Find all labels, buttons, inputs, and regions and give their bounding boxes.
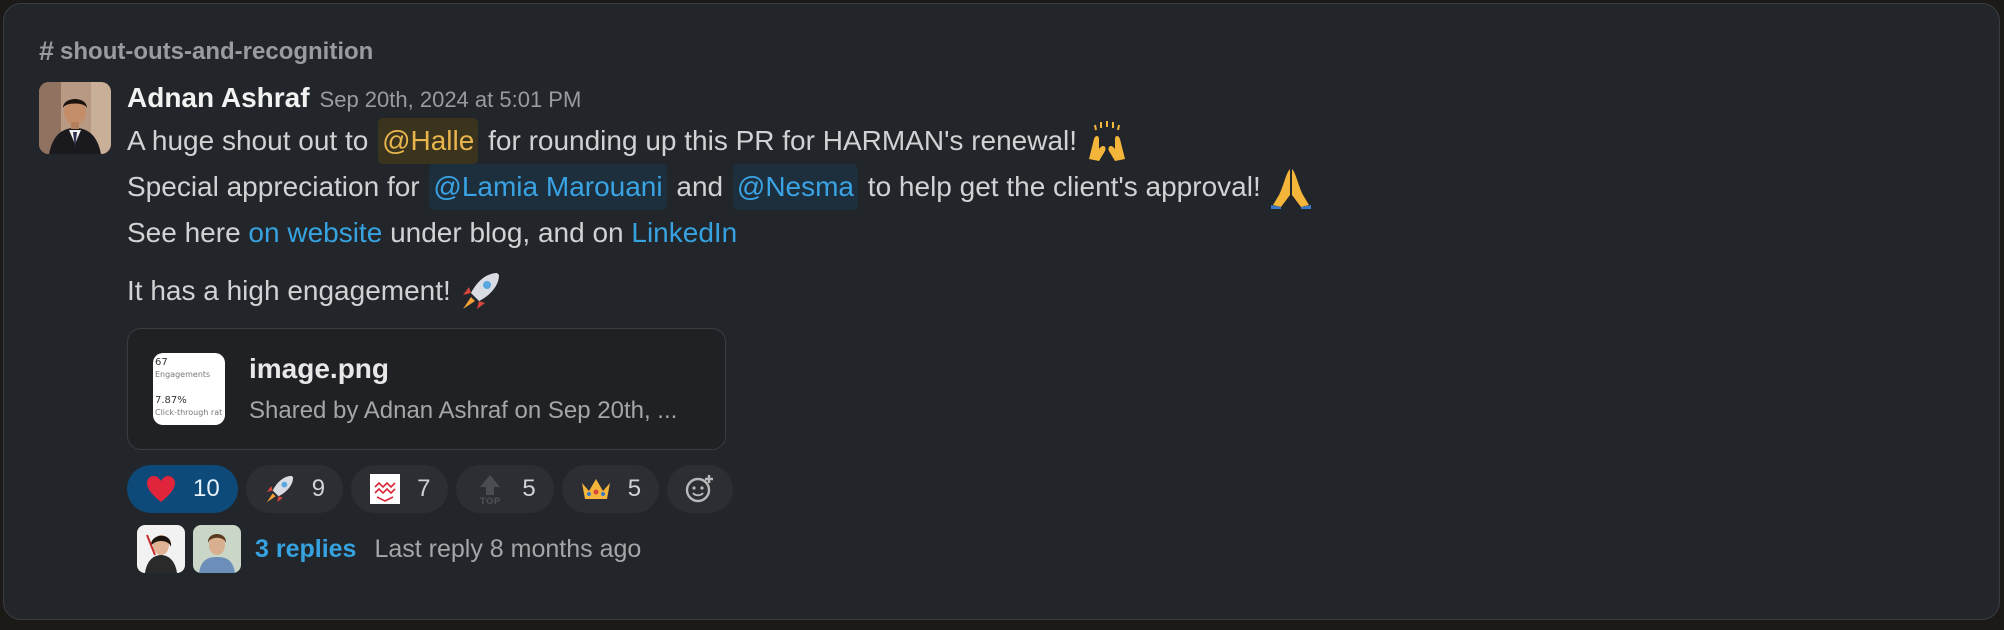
text-segment: to help get the client's approval! (860, 171, 1261, 202)
reaction-count: 5 (522, 475, 536, 502)
author-avatar[interactable] (39, 82, 111, 154)
thumb-text: 7.87% (155, 395, 187, 406)
last-reply-text: Last reply 8 months ago (374, 534, 642, 563)
file-attachment[interactable]: 67 Engagements 7.87% Click-through rat i… (127, 328, 726, 450)
linkedin-link[interactable]: LinkedIn (631, 210, 737, 256)
text-segment: and (668, 171, 731, 202)
message-body: Adnan Ashraf Sep 20th, 2024 at 5:01 PM A… (127, 82, 1959, 573)
reaction-top[interactable]: TOP 5 (456, 465, 554, 513)
reaction-rocket[interactable]: 9 (245, 465, 344, 513)
reaction-count: 10 (193, 475, 220, 502)
reaction-bar: 10 9 7 TOP 5 5 (127, 465, 1959, 513)
file-thumbnail: 67 Engagements 7.87% Click-through rat (153, 353, 225, 425)
channel-name: shout-outs-and-recognition (60, 37, 374, 65)
add-reaction-button[interactable] (667, 465, 734, 513)
heart-emoji (145, 473, 177, 505)
reaction-crown[interactable]: 5 (561, 465, 660, 513)
website-link[interactable]: on website (248, 210, 382, 256)
replies-count-link[interactable]: 3 replies (255, 535, 356, 564)
text-segment: for rounding up this PR for HARMAN's ren… (480, 125, 1078, 156)
mention-nesma[interactable]: @Nesma (732, 164, 859, 210)
message-timestamp[interactable]: Sep 20th, 2024 at 5:01 PM (320, 87, 582, 113)
reply-avatar (193, 525, 241, 573)
text-segment: under blog, and on (382, 217, 632, 248)
rocket-emoji (264, 473, 296, 505)
author-name[interactable]: Adnan Ashraf (127, 82, 310, 114)
reaction-count: 9 (311, 475, 326, 502)
message-line-1: A huge shout out to @Halle for rounding … (127, 118, 1959, 164)
rocket-emoji (462, 273, 499, 309)
message-line-4: It has a high engagement! (127, 268, 1959, 314)
thumb-text: Engagements (155, 370, 211, 379)
message-container: # shout-outs-and-recognition Adnan Ashra… (3, 3, 2000, 620)
text-segment: It has a high engagement! (127, 275, 451, 306)
svg-text:TOP: TOP (480, 497, 501, 505)
thumb-text: Click-through rat (155, 408, 223, 417)
message-line-3: See here on website under blog, and on L… (127, 210, 1959, 256)
mention-lamia[interactable]: @Lamia Marouani (429, 164, 667, 210)
love-letter-emoji (369, 473, 401, 505)
message-line-2: Special appreciation for @Lamia Marouani… (127, 164, 1959, 210)
raised-hands-emoji (1089, 121, 1126, 161)
file-name[interactable]: image.png (249, 353, 677, 385)
text-segment: A huge shout out to (127, 125, 377, 156)
mention-halle[interactable]: @Halle (378, 118, 479, 164)
reaction-heart[interactable]: 10 (127, 465, 238, 513)
text-segment: Special appreciation for (127, 171, 428, 202)
file-subtitle: Shared by Adnan Ashraf on Sep 20th, ... (249, 397, 678, 424)
add-reaction-icon (684, 473, 716, 505)
text-segment: See here (127, 217, 249, 248)
top-arrow-emoji: TOP (474, 473, 506, 505)
crown-emoji (580, 473, 612, 505)
reply-avatar (137, 525, 185, 573)
folded-hands-emoji (1270, 169, 1311, 209)
reaction-love-letter[interactable]: 7 (351, 465, 449, 513)
reaction-count: 7 (417, 475, 431, 502)
channel-header[interactable]: # shout-outs-and-recognition (39, 36, 373, 67)
hash-icon: # (39, 36, 55, 66)
thumb-text: 67 (155, 357, 168, 368)
thread-summary[interactable]: 3 replies Last reply 8 months ago (137, 525, 1959, 573)
reaction-count: 5 (627, 475, 642, 502)
